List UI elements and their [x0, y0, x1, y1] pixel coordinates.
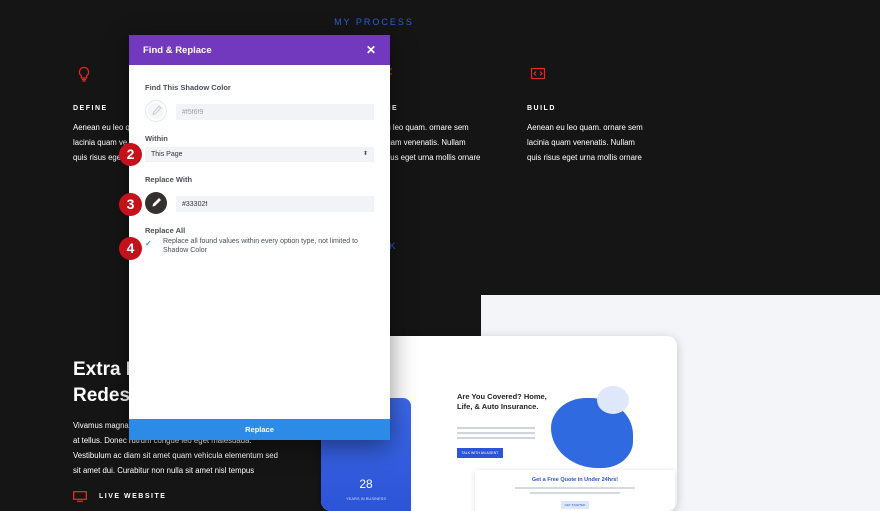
checkmark-icon[interactable]: ✓ [145, 239, 155, 249]
eyedropper-icon [152, 105, 162, 116]
replace-all-label: Replace All [145, 226, 186, 235]
within-select-value: This Page [151, 151, 183, 158]
replace-all-description: Replace all found values within every op… [163, 238, 358, 254]
find-color-label: Find This Shadow Color [145, 83, 231, 92]
code-icon [530, 67, 546, 80]
replace-button[interactable]: Replace [129, 419, 390, 440]
modal-title: Find & Replace [143, 44, 212, 56]
find-color-input[interactable] [176, 104, 374, 120]
mockup-phone-label: YEARS IN BUSINESS [345, 496, 386, 501]
mockup-quote-button: GET STARTED [561, 501, 589, 509]
mockup-button: TALK WITH AN AGENT [457, 448, 503, 458]
process-text: quis risus eget urna mollis ornare [527, 153, 642, 162]
section-title: MY PROCESS [334, 17, 414, 27]
project-title-line: Extra I [73, 359, 132, 380]
within-select[interactable]: This Page ⬍ [145, 147, 374, 162]
close-icon[interactable]: ✕ [366, 43, 376, 57]
project-text: Vestibulum ac diam sit amet quam vehicul… [73, 451, 278, 460]
step-marker: 3 [119, 193, 142, 216]
within-label: Within [145, 134, 168, 143]
select-arrows-icon: ⬍ [362, 151, 368, 157]
eyedropper-icon [152, 198, 161, 207]
mockup-quote-box: Get a Free Quote in Under 24hrs! GET STA… [475, 470, 675, 511]
mockup-text-lines [457, 427, 535, 442]
process-text: risus eget urna mollis ornare [382, 153, 481, 162]
shield-icon [597, 386, 629, 414]
process-text: Aenean eu leo quam. ornare sem [527, 123, 643, 132]
project-text: sit amet dui. Curabitur non nulla sit am… [73, 466, 255, 475]
mockup-heading: Are You Covered? Home, Life, & Auto Insu… [457, 392, 547, 411]
replace-color-swatch[interactable] [145, 192, 167, 214]
replace-color-input[interactable] [176, 196, 374, 212]
live-website-link[interactable]: LIVE WEBSITE [73, 491, 166, 502]
mockup-quote-heading: Get a Free Quote in Under 24hrs! [531, 477, 619, 483]
step-marker: 2 [119, 143, 142, 166]
replace-all-option[interactable]: ✓ Replace all found values within every … [145, 238, 374, 255]
replace-with-label: Replace With [145, 175, 193, 184]
find-color-swatch[interactable] [145, 100, 167, 122]
project-title: Extra I Redesi [73, 357, 135, 409]
live-website-label: LIVE WEBSITE [99, 493, 167, 500]
process-text: quam venenatis. Nullam [382, 138, 466, 147]
process-text: eu leo quam. ornare sem [382, 123, 469, 132]
project-title-line: Redesi [73, 385, 136, 406]
modal-header: Find & Replace ✕ [129, 35, 390, 65]
find-replace-modal: Find & Replace ✕ Find This Shadow Color … [129, 35, 390, 440]
mockup-phone-number: 28 [359, 477, 373, 491]
process-design: INE eu leo quam. ornare sem quam venenat… [378, 66, 513, 165]
monitor-icon [73, 491, 87, 502]
process-text: lacinia quam venenatis. Nullam [527, 138, 635, 147]
process-build: BUILD Aenean eu leo quam. ornare sem lac… [527, 66, 662, 165]
process-heading: BUILD [527, 105, 556, 112]
process-heading: INE [382, 105, 399, 112]
lightbulb-icon [78, 66, 90, 82]
step-marker: 4 [119, 237, 142, 260]
